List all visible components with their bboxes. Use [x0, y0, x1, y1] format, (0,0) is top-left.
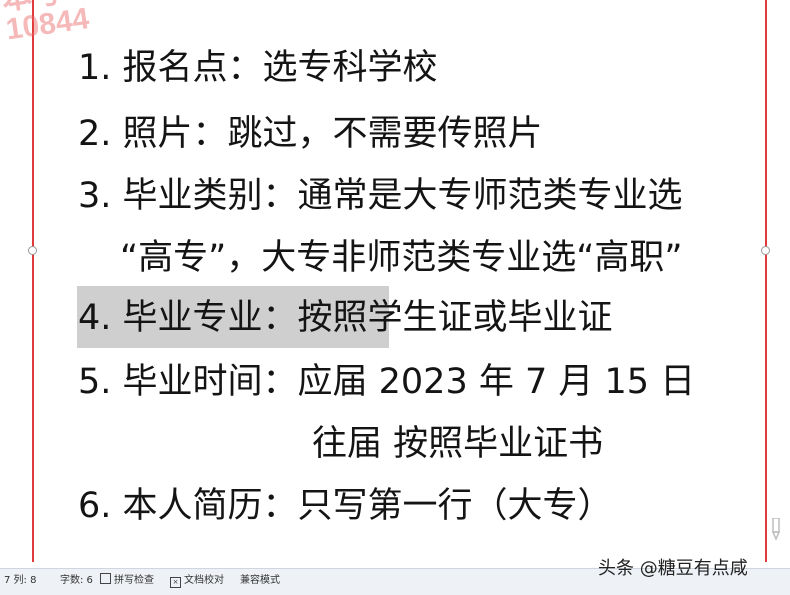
doc-proof-label: 文档校对 [184, 575, 224, 586]
pen-icon [771, 518, 781, 540]
text-line-5-cont[interactable]: 往届 按照毕业证书 [312, 422, 603, 466]
text-line-3-cont[interactable]: “高专”，大专非师范类专业选“高职” [120, 236, 683, 280]
resize-handle-right[interactable] [761, 246, 770, 255]
spell-check-label: 拼写检查 [114, 575, 154, 586]
checkbox-icon [100, 573, 111, 584]
document-page: 本号 10844 1. 报名点：选专科学校 2. 照片：跳过，不需要传照片 3.… [0, 0, 790, 568]
checkbox-x-icon: × [170, 577, 181, 588]
doc-proof-button[interactable]: × 文档校对 [170, 569, 224, 593]
text-line-5[interactable]: 5. 毕业时间：应届 2023 年 7 月 15 日 [78, 360, 695, 404]
status-position: 7 列: 8 [4, 575, 37, 586]
credit-watermark: 头条 @糖豆有点咸 [598, 558, 748, 579]
page-border-left [32, 0, 34, 562]
resize-handle-left[interactable] [28, 246, 37, 255]
watermark: 本号 10844 [0, 0, 91, 46]
text-line-4[interactable]: 4. 毕业专业：按照学生证或毕业证 [78, 296, 613, 340]
status-word-count[interactable]: 字数: 6 [60, 569, 93, 593]
text-line-3[interactable]: 3. 毕业类别：通常是大专师范类专业选 [78, 174, 683, 218]
spell-check-button[interactable]: 拼写检查 [100, 569, 154, 593]
text-line-6[interactable]: 6. 本人简历：只写第一行（大专） [78, 484, 613, 528]
text-line-1[interactable]: 1. 报名点：选专科学校 [78, 46, 438, 90]
compat-mode-label: 兼容模式 [240, 575, 280, 586]
page-border-right [765, 0, 767, 562]
text-line-2[interactable]: 2. 照片：跳过，不需要传照片 [78, 112, 543, 156]
